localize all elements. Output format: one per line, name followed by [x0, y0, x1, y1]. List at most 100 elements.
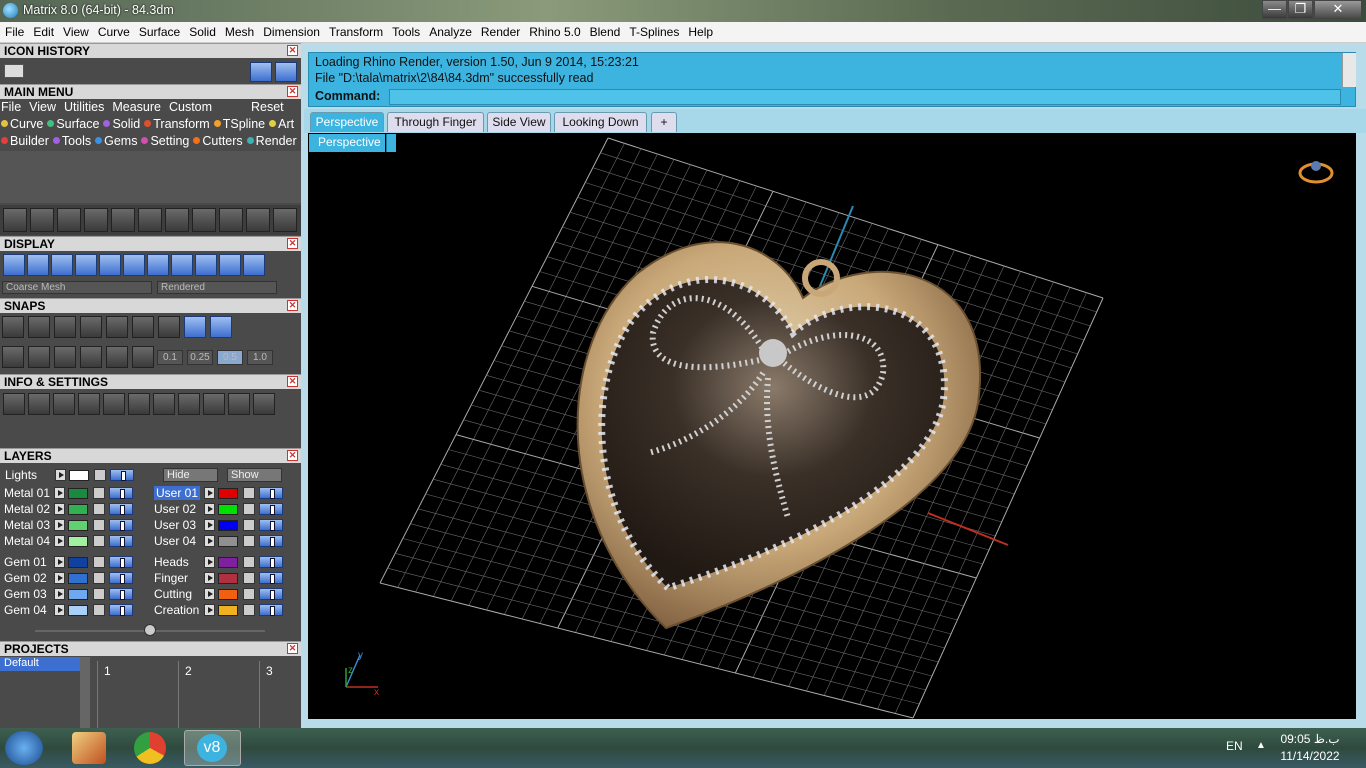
command-input[interactable]	[389, 89, 1341, 105]
tray-arrow-icon[interactable]: ▲	[1256, 740, 1266, 751]
tool-icon[interactable]	[3, 393, 25, 415]
expand-arrow-icon[interactable]	[204, 487, 215, 499]
lock-icon[interactable]	[93, 503, 105, 515]
hide-button[interactable]: Hide	[163, 468, 218, 482]
tool-icon[interactable]	[147, 254, 169, 276]
main-menu-file[interactable]: File	[1, 100, 21, 114]
main-menu-render-item[interactable]: Render	[246, 134, 301, 148]
tool-icon[interactable]	[103, 393, 125, 415]
menu-tools[interactable]: Tools	[387, 22, 424, 39]
tool-icon[interactable]	[3, 254, 25, 276]
tool-icon[interactable]	[128, 393, 150, 415]
tool-icon[interactable]	[158, 316, 180, 338]
language-indicator[interactable]: EN	[1226, 739, 1243, 753]
expand-arrow-icon[interactable]	[204, 588, 215, 600]
main-menu-curve-item[interactable]: Curve	[1, 117, 47, 131]
visibility-icon[interactable]	[109, 487, 133, 499]
viewport-label[interactable]: Perspective	[309, 134, 385, 152]
tool-icon[interactable]	[171, 254, 193, 276]
tool-icon[interactable]	[57, 208, 81, 232]
menu-analyze[interactable]: Analyze	[424, 22, 476, 39]
layer-name[interactable]: Creation	[154, 603, 199, 617]
main-menu-art-item[interactable]: Art	[269, 117, 298, 131]
layer-color-swatch[interactable]	[68, 488, 88, 499]
visibility-icon[interactable]	[109, 556, 133, 568]
tool-icon[interactable]	[228, 393, 250, 415]
chrome-icon[interactable]	[134, 732, 166, 764]
expand-arrow-icon[interactable]	[54, 572, 65, 584]
snap-value-0.25[interactable]: 0.25	[187, 350, 213, 365]
main-menu-custom[interactable]: Custom	[169, 100, 212, 114]
layer-color-swatch[interactable]	[68, 573, 88, 584]
tool-icon[interactable]	[75, 254, 97, 276]
tool-icon[interactable]	[54, 346, 76, 368]
tab-side-view[interactable]: Side View	[487, 112, 551, 132]
tool-icon[interactable]	[210, 316, 232, 338]
menu-dimension[interactable]: Dimension	[258, 22, 324, 39]
close-button[interactable]: ✕	[1314, 0, 1362, 19]
menu-solid[interactable]: Solid	[184, 22, 220, 39]
project-slot[interactable]: 3	[259, 661, 301, 728]
layer-color-swatch[interactable]	[68, 605, 88, 616]
perspective-viewport[interactable]: x y z	[308, 133, 1356, 719]
close-icon[interactable]: ✕	[287, 45, 298, 56]
tool-icon[interactable]	[246, 208, 270, 232]
lock-icon[interactable]	[243, 604, 255, 616]
tool-icon[interactable]	[132, 346, 154, 368]
tool-icon[interactable]	[30, 208, 54, 232]
expand-arrow-icon[interactable]	[204, 572, 215, 584]
expand-arrow-icon[interactable]	[54, 556, 65, 568]
layer-name[interactable]: Metal 01	[4, 486, 50, 500]
project-slot[interactable]: 1	[97, 661, 177, 728]
clock-date[interactable]: 11/14/2022	[1278, 749, 1342, 763]
tab-perspective[interactable]: Perspective	[310, 112, 384, 132]
layer-name[interactable]: User 02	[154, 502, 196, 516]
layer-name[interactable]: Finger	[154, 571, 188, 585]
visibility-icon[interactable]	[259, 556, 283, 568]
menu-view[interactable]: View	[58, 22, 93, 39]
tab-looking-down[interactable]: Looking Down	[554, 112, 647, 132]
layer-color-swatch[interactable]	[68, 557, 88, 568]
layer-color-swatch[interactable]	[68, 520, 88, 531]
projects-scrollbar[interactable]	[80, 657, 90, 728]
layer-name[interactable]: Metal 02	[4, 502, 50, 516]
main-menu-cutters-item[interactable]: Cutters	[193, 134, 246, 148]
layer-color-swatch[interactable]	[218, 605, 238, 616]
layer-color-swatch[interactable]	[68, 589, 88, 600]
lock-icon[interactable]	[243, 487, 255, 499]
visibility-icon[interactable]	[259, 519, 283, 531]
main-menu-tools-item[interactable]: Tools	[52, 134, 95, 148]
menu-render[interactable]: Render	[476, 22, 524, 39]
snap-value-1.0[interactable]: 1.0	[247, 350, 273, 365]
expand-arrow-icon[interactable]	[204, 604, 215, 616]
chevron-down-icon[interactable]	[386, 134, 396, 152]
visibility-icon[interactable]	[259, 588, 283, 600]
close-icon[interactable]: ✕	[287, 86, 298, 97]
tool-icon[interactable]	[84, 208, 108, 232]
expand-arrow-icon[interactable]	[55, 469, 66, 481]
main-menu-tspline-item[interactable]: TSpline	[213, 117, 269, 131]
expand-arrow-icon[interactable]	[54, 588, 65, 600]
tool-icon[interactable]	[138, 208, 162, 232]
menu-surface[interactable]: Surface	[134, 22, 184, 39]
tool-icon[interactable]	[219, 254, 241, 276]
main-menu-gems-item[interactable]: Gems	[95, 134, 141, 148]
maximize-button[interactable]: ❐	[1288, 0, 1313, 19]
tool-icon[interactable]	[51, 254, 73, 276]
main-menu-setting-item[interactable]: Setting	[141, 134, 193, 148]
menu-transform[interactable]: Transform	[324, 22, 387, 39]
tool-icon[interactable]	[153, 393, 175, 415]
tool-icon[interactable]	[106, 346, 128, 368]
matrix-taskbar-button[interactable]: v8	[184, 730, 241, 766]
project-slot[interactable]: 2	[178, 661, 258, 728]
lock-icon[interactable]	[93, 556, 105, 568]
tool-icon[interactable]	[54, 316, 76, 338]
main-menu-surface-item[interactable]: Surface	[47, 117, 103, 131]
layer-name[interactable]: User 04	[154, 534, 196, 548]
layer-name[interactable]: Gem 02	[4, 571, 47, 585]
expand-arrow-icon[interactable]	[54, 503, 65, 515]
close-icon[interactable]: ✕	[287, 376, 298, 387]
expand-arrow-icon[interactable]	[54, 519, 65, 531]
expand-arrow-icon[interactable]	[54, 487, 65, 499]
add-tab-button[interactable]: +	[651, 112, 677, 132]
